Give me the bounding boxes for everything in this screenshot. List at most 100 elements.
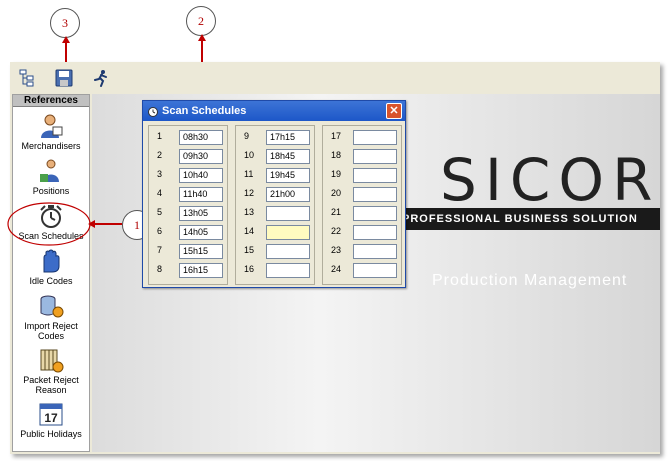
callout-3-arrow [62,36,70,43]
schedule-row: 4 11h40 [149,185,229,203]
schedule-row: 2 09h30 [149,147,229,165]
sicor-logo: SICOR [440,146,660,214]
schedule-row: 7 15h15 [149,242,229,260]
dialog-title-bar[interactable]: Scan Schedules ✕ [143,101,405,121]
slot-number: 24 [331,264,342,274]
sidebar-item-positions[interactable]: Positions [13,158,89,196]
slot-time-input[interactable]: 08h30 [179,130,223,145]
slot-time-input[interactable]: 10h40 [179,168,223,183]
schedule-row: 20 [323,185,403,203]
slot-time-input[interactable] [353,130,397,145]
slot-number: 22 [331,226,342,236]
sidebar-item-public-holidays[interactable]: 17 Public Holidays [13,401,89,439]
slot-number: 20 [331,188,342,198]
references-sidebar: References Merchandisers Positions Scan … [12,94,90,452]
schedule-row: 17 [323,128,403,146]
schedule-row: 10 18h45 [236,147,316,165]
slot-number: 12 [244,188,255,198]
slot-time-input[interactable]: 18h45 [266,149,310,164]
slot-time-input[interactable] [353,225,397,240]
sidebar-item-merchandisers[interactable]: Merchandisers [13,113,89,151]
slot-number: 4 [157,188,163,198]
sidebar-item-label: Packet Reject Reason [23,375,79,395]
callout-2-arrow [198,34,206,41]
slot-time-input[interactable] [353,206,397,221]
slot-time-input[interactable] [353,187,397,202]
slot-time-input[interactable]: 17h15 [266,130,310,145]
callout-1-arrow [88,220,95,228]
schedule-row: 11 19h45 [236,166,316,184]
schedule-row: 24 [323,261,403,279]
slot-number: 21 [331,207,342,217]
schedule-row: 13 [236,204,316,222]
slot-time-input[interactable]: 16h15 [179,263,223,278]
slot-time-input[interactable] [266,244,310,259]
highlight-ellipse [7,202,91,246]
schedule-row: 8 16h15 [149,261,229,279]
slot-number: 14 [244,226,255,236]
slot-number: 23 [331,245,342,255]
schedule-row: 15 [236,242,316,260]
slot-number: 6 [157,226,163,236]
import-reject-codes-icon [40,295,64,318]
schedule-column-3: 17 18 19 20 21 22 23 24 [322,125,402,285]
banner-text: PROFESSIONAL BUSINESS SOLUTION [402,208,660,230]
scan-schedules-dialog: Scan Schedules ✕ 1 08h30 2 09h30 3 10h40 4 1… [142,100,406,288]
callout-1-line [92,223,122,225]
idle-codes-icon [43,249,60,273]
slot-time-input[interactable]: 19h45 [266,168,310,183]
close-button[interactable]: ✕ [386,103,402,119]
slot-number: 17 [331,131,342,141]
tagline: Production Management [432,272,628,289]
sidebar-item-label: Idle Codes [29,276,73,286]
sidebar-item-packet-reject-reason[interactable]: Packet Reject Reason [13,347,89,395]
slot-time-input[interactable]: 09h30 [179,149,223,164]
schedule-column-2: 9 17h15 10 18h45 11 19h45 12 21h00 13 14 15 … [235,125,315,285]
packet-reject-reason-icon [40,349,64,373]
merchandisers-icon [41,114,63,138]
slot-time-input[interactable]: 21h00 [266,187,310,202]
slot-time-input[interactable]: 13h05 [179,206,223,221]
slot-number: 18 [331,150,342,160]
slot-number: 3 [157,169,163,179]
slot-time-input-focused[interactable] [266,225,310,240]
schedule-row: 16 [236,261,316,279]
slot-number: 10 [244,150,255,160]
schedule-row: 1 08h30 [149,128,229,146]
slot-time-input[interactable] [353,244,397,259]
slot-number: 7 [157,245,163,255]
slot-number: 15 [244,245,255,255]
slot-number: 5 [157,207,163,217]
save-icon [55,69,73,87]
dialog-title: Scan Schedules [162,105,247,117]
slot-number: 8 [157,264,163,274]
schedule-row: 5 13h05 [149,204,229,222]
save-button[interactable] [53,67,75,89]
run-button[interactable] [90,67,112,89]
slot-time-input[interactable]: 15h15 [179,244,223,259]
slot-number: 11 [244,169,254,179]
sidebar-item-import-reject-codes[interactable]: Import Reject Codes [13,293,89,341]
schedule-row: 22 [323,223,403,241]
slot-time-input[interactable] [353,149,397,164]
slot-time-input[interactable] [266,263,310,278]
callout-3: 3 [50,8,80,38]
tree-view-button[interactable] [16,67,38,89]
toolbar [10,62,660,92]
slot-time-input[interactable]: 14h05 [179,225,223,240]
slot-time-input[interactable] [353,168,397,183]
schedule-row: 3 10h40 [149,166,229,184]
tree-view-icon [19,69,34,87]
public-holidays-icon: 17 [39,403,63,426]
schedule-row: 14 [236,223,316,241]
slot-time-input[interactable] [266,206,310,221]
sidebar-item-label: Public Holidays [20,429,82,439]
slot-time-input[interactable]: 11h40 [179,187,223,202]
sidebar-item-idle-codes[interactable]: Idle Codes [13,248,89,286]
calendar-day-text: 17 [44,411,58,425]
slot-number: 9 [244,131,250,141]
schedule-row: 18 [323,147,403,165]
slot-number: 16 [244,264,255,274]
clock-icon [148,107,158,117]
slot-time-input[interactable] [353,263,397,278]
